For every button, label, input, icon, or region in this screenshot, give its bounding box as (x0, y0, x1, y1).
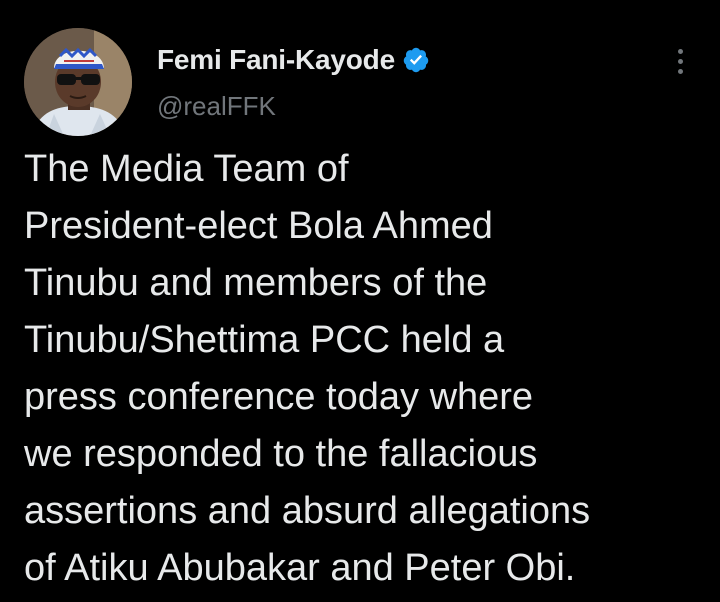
tweet-text-line: of Atiku Abubakar and Peter Obi. (24, 547, 576, 589)
tweet-text: The Media Team of President-elect Bola A… (24, 141, 714, 597)
author-name-row[interactable]: Femi Fani-Kayode (157, 44, 430, 76)
tweet-text-line: Tinubu/Shettima PCC held a (24, 319, 505, 361)
tweet-text-line: we responded to the fallacious (24, 433, 538, 475)
more-dot (677, 68, 683, 74)
tweet-text-line: The Media Team of (24, 148, 349, 190)
avatar[interactable] (24, 28, 132, 136)
avatar-image (24, 28, 132, 136)
verified-badge-icon (402, 46, 430, 74)
more-dot (677, 48, 683, 54)
tweet-text-line: President-elect Bola Ahmed (24, 205, 493, 247)
author-display-name[interactable]: Femi Fani-Kayode (157, 44, 395, 76)
tweet-text-line: press conference today where (24, 376, 534, 418)
tweet-text-line: assertions and absurd allegations (24, 490, 591, 532)
more-dot (677, 58, 683, 64)
tweet-card: Femi Fani-Kayode @realFFK The Media Team… (0, 0, 720, 602)
author-handle[interactable]: @realFFK (157, 91, 276, 122)
more-options-icon[interactable] (664, 44, 696, 78)
tweet-text-line: Tinubu and members of the (24, 262, 488, 304)
